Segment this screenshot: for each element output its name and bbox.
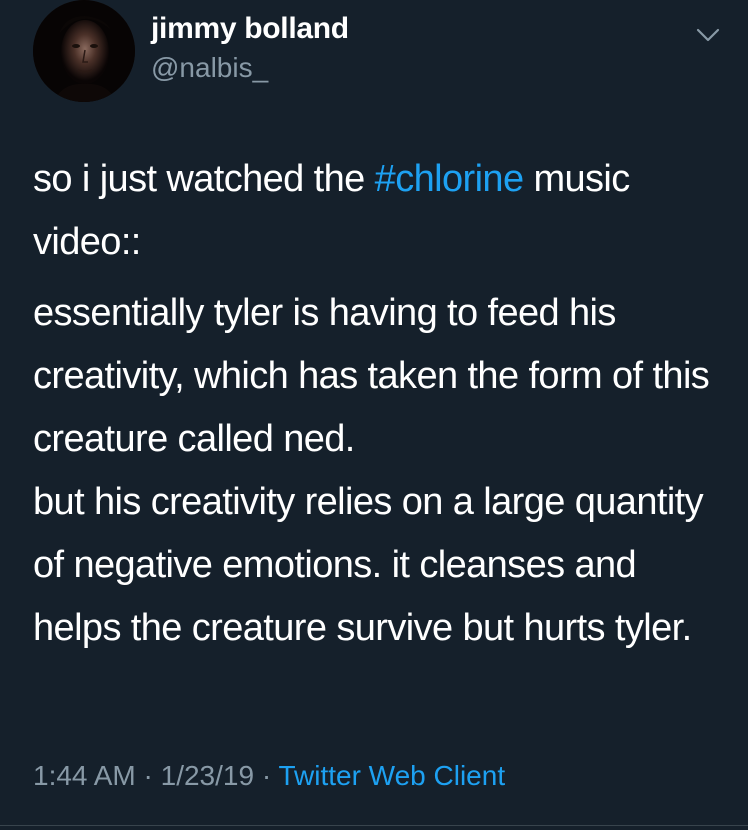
tweet-metadata: 1:44 AM · 1/23/19 · Twitter Web Client <box>33 760 505 792</box>
tweet-source-link[interactable]: Twitter Web Client <box>278 760 505 791</box>
display-name[interactable]: jimmy bolland <box>151 12 349 46</box>
tweet-paragraph-1: so i just watched the #chlorine music vi… <box>33 148 723 274</box>
avatar-photo <box>33 0 135 102</box>
tweet-text-segment: so i just watched the <box>33 158 375 200</box>
hashtag-link[interactable]: #chlorine <box>375 158 524 200</box>
divider <box>0 825 748 826</box>
tweet-text: so i just watched the #chlorine music vi… <box>33 148 723 660</box>
avatar[interactable] <box>33 0 135 102</box>
meta-separator: · <box>135 760 161 791</box>
tweet-time[interactable]: 1:44 AM <box>33 760 136 791</box>
chevron-down-icon[interactable] <box>695 22 721 48</box>
user-handle[interactable]: @nalbis_ <box>151 52 268 84</box>
tweet-card: jimmy bolland @nalbis_ so i just watched… <box>0 0 748 830</box>
tweet-paragraph-3: but his creativity relies on a large qua… <box>33 481 704 649</box>
tweet-paragraph-2: essentially tyler is having to feed his … <box>33 292 710 460</box>
tweet-date[interactable]: 1/23/19 <box>161 760 254 791</box>
meta-separator: · <box>254 760 279 791</box>
